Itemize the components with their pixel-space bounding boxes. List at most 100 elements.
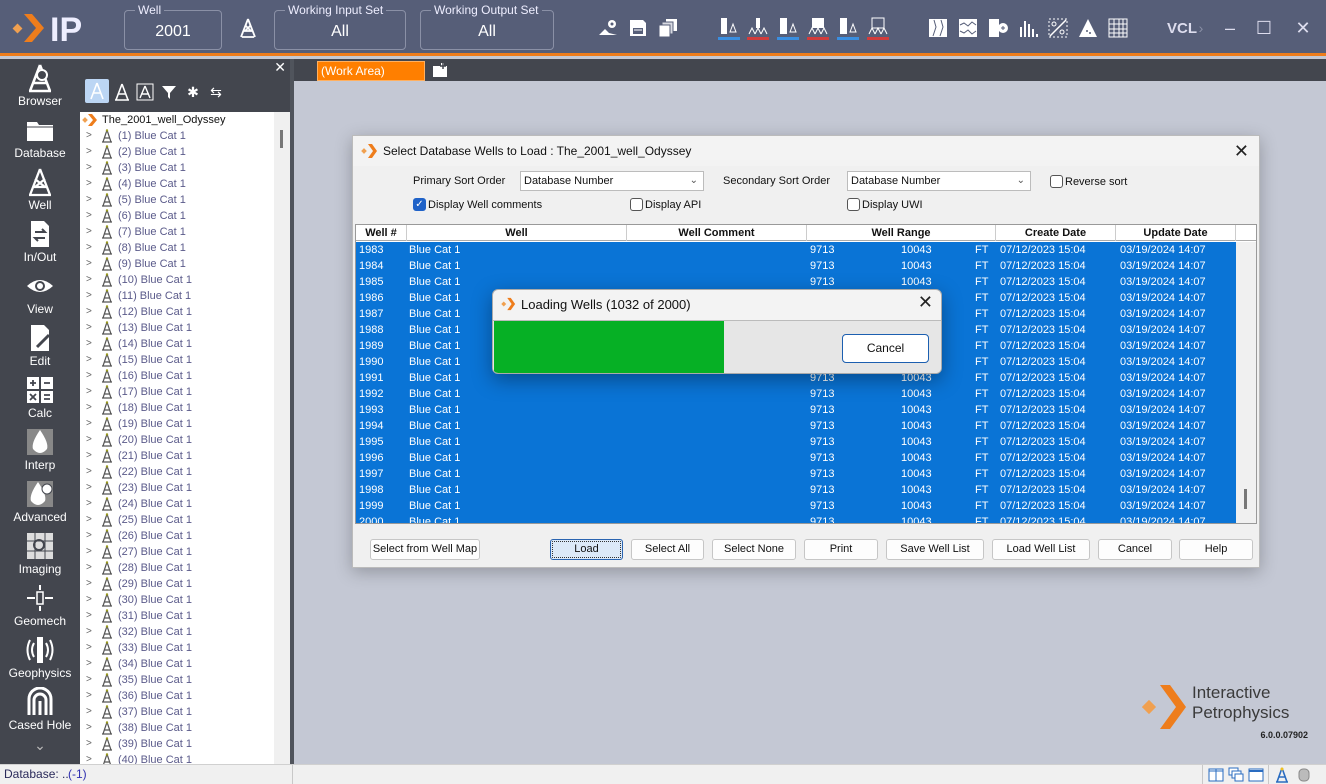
- table-row[interactable]: 1993 Blue Cat 1 9713 10043 FT 07/12/2023 15:0…: [356, 402, 1236, 418]
- checkbox-box[interactable]: [1050, 175, 1063, 188]
- tree-item[interactable]: > (38) Blue Cat 1: [80, 720, 274, 736]
- expand-chevron-icon[interactable]: >: [86, 688, 98, 704]
- tree-item[interactable]: > (39) Blue Cat 1: [80, 736, 274, 752]
- expand-chevron-icon[interactable]: >: [86, 560, 98, 576]
- expand-chevron-icon[interactable]: >: [86, 624, 98, 640]
- expand-chevron-icon[interactable]: >: [86, 384, 98, 400]
- well-list-view-icon[interactable]: [85, 79, 109, 103]
- table-row[interactable]: 1998 Blue Cat 1 9713 10043 FT 07/12/2023 15:0…: [356, 482, 1236, 498]
- tree-item[interactable]: > (16) Blue Cat 1: [80, 368, 274, 384]
- scrollbar-thumb[interactable]: [1244, 489, 1247, 509]
- tree-item[interactable]: > (40) Blue Cat 1: [80, 752, 274, 764]
- load-well-list-button[interactable]: Load Well List: [992, 539, 1090, 560]
- table-row[interactable]: 1995 Blue Cat 1 9713 10043 FT 07/12/2023 15:0…: [356, 434, 1236, 450]
- expand-chevron-icon[interactable]: >: [86, 448, 98, 464]
- table-row[interactable]: 1983 Blue Cat 1 9713 10043 FT 07/12/2023 15:0…: [356, 242, 1236, 258]
- tree-item[interactable]: > (4) Blue Cat 1: [80, 176, 274, 192]
- nav-geophysics[interactable]: Geophysics: [0, 633, 80, 685]
- expand-chevron-icon[interactable]: >: [86, 272, 98, 288]
- expand-chevron-icon[interactable]: >: [86, 400, 98, 416]
- nav-view[interactable]: View: [0, 269, 80, 321]
- tree-root[interactable]: The_2001_well_Odyssey: [80, 112, 274, 128]
- expand-chevron-icon[interactable]: >: [86, 192, 98, 208]
- well-set-red-2-icon[interactable]: [807, 16, 829, 40]
- well-icon[interactable]: [237, 16, 259, 40]
- table-row[interactable]: 1994 Blue Cat 1 9713 10043 FT 07/12/2023 15:0…: [356, 418, 1236, 434]
- expand-chevron-icon[interactable]: >: [86, 144, 98, 160]
- log-plot-icon[interactable]: [927, 16, 949, 40]
- curve-input-blue-3-icon[interactable]: [837, 16, 859, 40]
- column-header-well[interactable]: Well: [407, 225, 627, 241]
- tree-item[interactable]: > (17) Blue Cat 1: [80, 384, 274, 400]
- expand-chevron-icon[interactable]: >: [86, 432, 98, 448]
- tree-item[interactable]: > (24) Blue Cat 1: [80, 496, 274, 512]
- expand-chevron-icon[interactable]: >: [86, 704, 98, 720]
- tree-item[interactable]: > (19) Blue Cat 1: [80, 416, 274, 432]
- pyramid-plot-icon[interactable]: [1077, 16, 1099, 40]
- table-row[interactable]: 1992 Blue Cat 1 9713 10043 FT 07/12/2023 15:0…: [356, 386, 1236, 402]
- expand-chevron-icon[interactable]: >: [86, 416, 98, 432]
- chevron-right-icon[interactable]: ›: [1189, 16, 1213, 40]
- multi-well-icon[interactable]: [987, 16, 1009, 40]
- input-set-value[interactable]: All: [275, 23, 405, 41]
- scrollbar-thumb[interactable]: [280, 130, 283, 148]
- expand-chevron-icon[interactable]: >: [86, 304, 98, 320]
- cancel-button[interactable]: Cancel: [1098, 539, 1172, 560]
- select-all-button[interactable]: Select All: [631, 539, 704, 560]
- expand-chevron-icon[interactable]: >: [86, 352, 98, 368]
- database-cylinder-icon[interactable]: [1296, 767, 1312, 783]
- table-row[interactable]: 1997 Blue Cat 1 9713 10043 FT 07/12/2023 15:0…: [356, 466, 1236, 482]
- well-framed-icon[interactable]: [134, 81, 156, 103]
- nav-imaging[interactable]: Imaging: [0, 529, 80, 581]
- tree-scrollbar[interactable]: [274, 112, 290, 764]
- well-selector[interactable]: Well 2001: [124, 4, 222, 50]
- display-uwi-checkbox[interactable]: Display UWI: [847, 198, 923, 211]
- expand-chevron-icon[interactable]: >: [86, 576, 98, 592]
- output-set-value[interactable]: All: [421, 23, 553, 41]
- tab-work-area[interactable]: (Work Area): [317, 61, 425, 81]
- nav-well[interactable]: Well: [0, 165, 80, 217]
- tree-item[interactable]: > (28) Blue Cat 1: [80, 560, 274, 576]
- nav-in-out[interactable]: In/Out: [0, 217, 80, 269]
- expand-chevron-icon[interactable]: >: [86, 240, 98, 256]
- tree-item[interactable]: > (33) Blue Cat 1: [80, 640, 274, 656]
- column-header-range[interactable]: Well Range: [807, 225, 996, 241]
- tree-item[interactable]: > (10) Blue Cat 1: [80, 272, 274, 288]
- expand-chevron-icon[interactable]: >: [86, 736, 98, 752]
- table-icon[interactable]: [1107, 16, 1129, 40]
- progress-cancel-button[interactable]: Cancel: [842, 334, 929, 363]
- tree-item[interactable]: > (31) Blue Cat 1: [80, 608, 274, 624]
- save-well-list-button[interactable]: Save Well List: [886, 539, 984, 560]
- tile-vertical-icon[interactable]: [1208, 767, 1224, 783]
- close-dialog-button[interactable]: ✕: [1234, 136, 1249, 166]
- table-row[interactable]: 1985 Blue Cat 1 9713 10043 FT 07/12/2023 15:0…: [356, 274, 1236, 290]
- tree-item[interactable]: > (26) Blue Cat 1: [80, 528, 274, 544]
- nav-advanced[interactable]: Advanced: [0, 477, 80, 529]
- table-row[interactable]: 1984 Blue Cat 1 9713 10043 FT 07/12/2023 15:0…: [356, 258, 1236, 274]
- tree-item[interactable]: > (30) Blue Cat 1: [80, 592, 274, 608]
- secondary-sort-dropdown[interactable]: Database Number ⌄: [847, 171, 1031, 191]
- tree-item[interactable]: > (13) Blue Cat 1: [80, 320, 274, 336]
- tree-item[interactable]: > (36) Blue Cat 1: [80, 688, 274, 704]
- table-row[interactable]: 1996 Blue Cat 1 9713 10043 FT 07/12/2023 15:0…: [356, 450, 1236, 466]
- tree-item[interactable]: > (37) Blue Cat 1: [80, 704, 274, 720]
- column-header-create-date[interactable]: Create Date: [996, 225, 1116, 241]
- nav-interp[interactable]: Interp: [0, 425, 80, 477]
- tree-item[interactable]: > (12) Blue Cat 1: [80, 304, 274, 320]
- expand-chevron-icon[interactable]: >: [86, 528, 98, 544]
- expand-chevron-icon[interactable]: >: [86, 640, 98, 656]
- tree-item[interactable]: > (29) Blue Cat 1: [80, 576, 274, 592]
- column-header-comment[interactable]: Well Comment: [627, 225, 807, 241]
- table-scrollbar[interactable]: [1236, 242, 1256, 523]
- well-status-icon[interactable]: [1274, 767, 1290, 783]
- display-api-checkbox[interactable]: Display API: [630, 198, 701, 211]
- tree-item[interactable]: > (18) Blue Cat 1: [80, 400, 274, 416]
- tree-item[interactable]: > (6) Blue Cat 1: [80, 208, 274, 224]
- tree-item[interactable]: > (32) Blue Cat 1: [80, 624, 274, 640]
- curve-input-blue-2-icon[interactable]: [777, 16, 799, 40]
- expand-chevron-icon[interactable]: >: [86, 256, 98, 272]
- expand-chevron-icon[interactable]: >: [86, 288, 98, 304]
- tree-item[interactable]: > (15) Blue Cat 1: [80, 352, 274, 368]
- column-header-update-date[interactable]: Update Date: [1116, 225, 1236, 241]
- expand-chevron-icon[interactable]: >: [86, 224, 98, 240]
